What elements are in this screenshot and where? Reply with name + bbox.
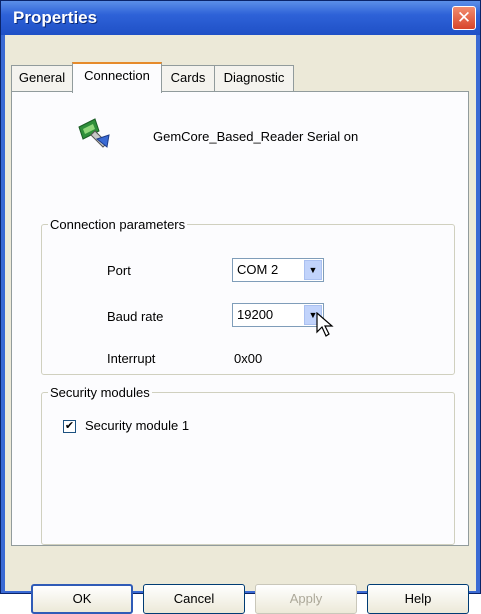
security-module-1-checkbox[interactable]: ✔: [63, 420, 76, 433]
port-label: Port: [107, 263, 131, 278]
port-select[interactable]: COM 2 ▼: [232, 258, 324, 282]
baud-rate-select[interactable]: 19200 ▼: [232, 303, 324, 327]
checkmark-icon: ✔: [64, 420, 75, 432]
tab-connection[interactable]: Connection: [72, 62, 162, 93]
close-icon: ✕: [456, 8, 472, 27]
chevron-down-icon: ▼: [308, 265, 318, 275]
close-button[interactable]: ✕: [452, 6, 476, 30]
mouse-cursor-icon: [316, 312, 334, 337]
title-bar[interactable]: Properties ✕: [1, 1, 480, 35]
security-modules-legend: Security modules: [50, 385, 150, 400]
window-title: Properties: [13, 8, 98, 27]
security-modules-group: Security modules: [41, 385, 455, 545]
security-module-1-label: Security module 1: [85, 418, 190, 433]
cancel-button[interactable]: Cancel: [143, 584, 245, 614]
tab-general[interactable]: General: [11, 65, 73, 91]
baud-rate-label: Baud rate: [107, 309, 164, 324]
reader-icon: [78, 118, 110, 148]
port-select-value: COM 2: [237, 262, 279, 277]
ok-button[interactable]: OK: [31, 584, 133, 614]
tab-diagnostic[interactable]: Diagnostic: [214, 65, 294, 91]
baud-rate-select-value: 19200: [237, 307, 274, 322]
interrupt-label: Interrupt: [107, 351, 156, 366]
properties-window: Properties ✕ General Connection Cards Di…: [0, 0, 481, 614]
interrupt-value: 0x00: [234, 351, 263, 366]
dialog-client-area: General Connection Cards Diagnostic GemC…: [5, 35, 476, 614]
port-dropdown-button[interactable]: ▼: [304, 260, 322, 280]
tab-cards[interactable]: Cards: [161, 65, 215, 91]
help-button[interactable]: Help: [367, 584, 469, 614]
connection-parameters-legend: Connection parameters: [50, 217, 186, 232]
reader-name-label: GemCore_Based_Reader Serial on: [153, 129, 359, 144]
apply-button[interactable]: Apply: [255, 584, 357, 614]
